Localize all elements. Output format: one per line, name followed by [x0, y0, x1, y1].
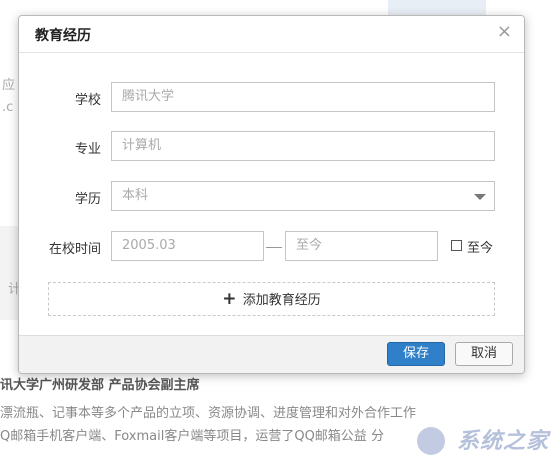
date-range-separator	[266, 247, 282, 248]
major-input[interactable]: 计算机	[111, 131, 495, 161]
save-button[interactable]: 保存	[387, 342, 445, 366]
dialog-title: 教育经历	[35, 28, 91, 44]
plus-icon: +	[222, 289, 237, 309]
period-label: 在校时间	[48, 242, 101, 257]
dropdown-arrow-icon	[474, 194, 486, 200]
end-date-input[interactable]: 至今	[285, 231, 438, 261]
background-paragraph: 漂流瓶、记事本等多个产品的立项、资源协调、进度管理和对外合作工作	[0, 406, 417, 421]
school-input[interactable]: 腾讯大学	[111, 82, 495, 112]
until-now-label[interactable]: 至今	[467, 237, 493, 256]
background-text: 应	[2, 78, 16, 93]
add-education-button[interactable]: + 添加教育经历	[48, 282, 495, 316]
background-text: .c	[2, 100, 14, 115]
watermark-logo-icon	[417, 427, 445, 455]
degree-select-value: 本科	[122, 188, 149, 203]
background-paragraph: Q邮箱手机客户端、Foxmail客户端等项目，运营了QQ邮箱公益 分	[0, 429, 384, 444]
until-now-checkbox[interactable]	[451, 240, 462, 251]
major-input-placeholder: 计算机	[122, 138, 162, 153]
major-label: 专业	[74, 142, 101, 157]
education-dialog: 教育经历 × 学校 腾讯大学 专业 计算机 学历 本科 在校时间 2005.03…	[18, 15, 525, 374]
degree-select[interactable]: 本科	[111, 181, 495, 211]
school-input-placeholder: 腾讯大学	[122, 89, 175, 104]
dialog-header: 教育经历 ×	[19, 16, 524, 53]
watermark: 系统之家	[456, 429, 549, 454]
start-date-placeholder: 2005.03	[122, 238, 176, 253]
cancel-button[interactable]: 取消	[455, 342, 513, 366]
school-label: 学校	[74, 93, 101, 108]
background-heading: 讯大学广州研发部 产品协会副主席	[0, 378, 200, 393]
end-date-placeholder: 至今	[296, 238, 323, 253]
degree-label: 学历	[74, 192, 101, 207]
dialog-footer: 保存 取消	[19, 335, 524, 373]
add-education-label: 添加教育经历	[242, 293, 321, 308]
start-date-input[interactable]: 2005.03	[111, 231, 264, 261]
close-icon[interactable]: ×	[497, 22, 512, 42]
